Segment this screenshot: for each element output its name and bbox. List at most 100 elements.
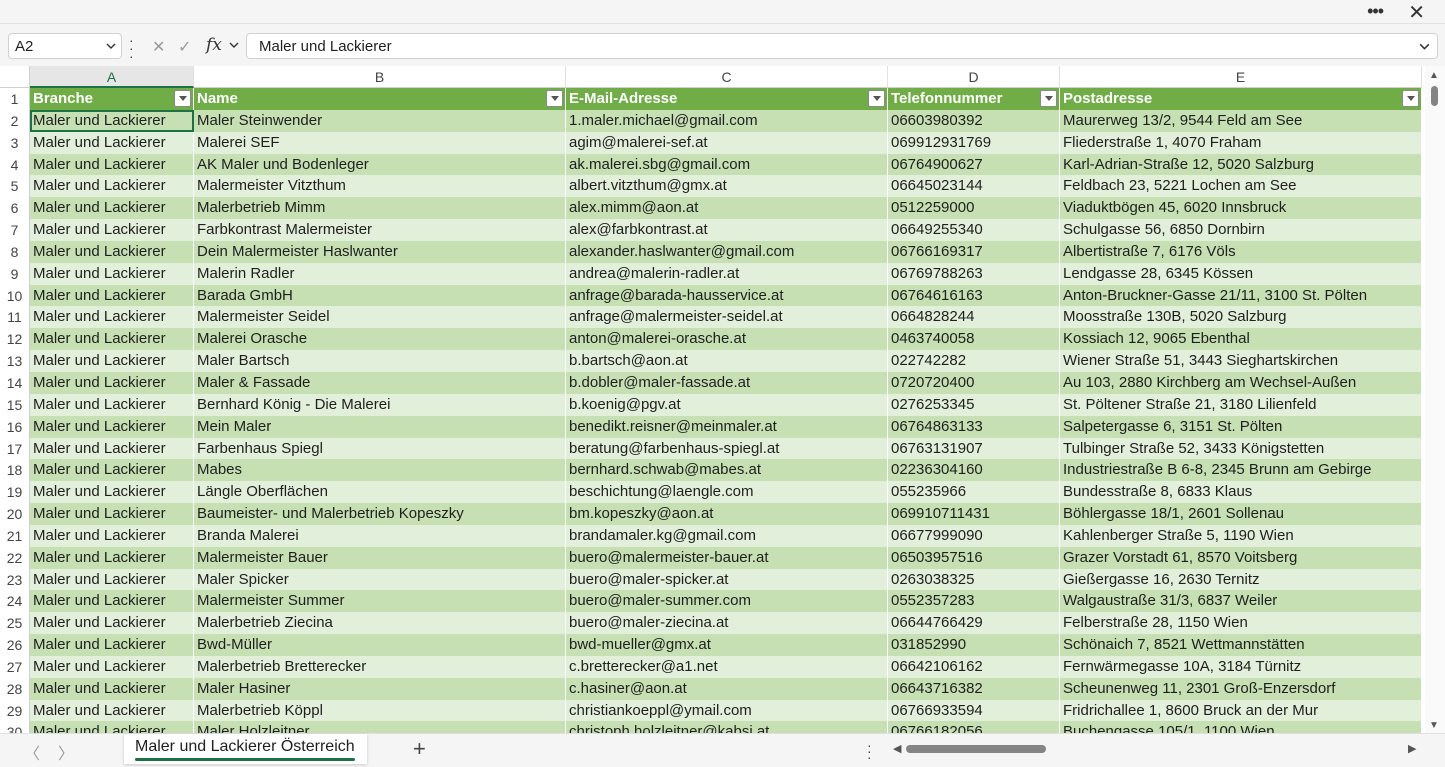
cell-email[interactable]: bm.kopeszky@aon.at [566,503,888,525]
cell-telefon[interactable]: 06769788263 [888,262,1060,285]
cell-name[interactable]: Baumeister- und Malerbetrieb Kopeszky [194,503,566,525]
cell-postadresse[interactable]: Feldbach 23, 5221 Lochen am See [1060,175,1422,198]
cell-postadresse[interactable]: Moosstraße 130B, 5020 Salzburg [1060,306,1422,329]
cell-branche[interactable]: Maler und Lackierer [30,262,194,285]
cell-name[interactable]: Malerin Radler [194,262,566,285]
cell-name[interactable]: Malerbetrieb Mimm [194,197,566,220]
cell-email[interactable]: buero@malermeister-bauer.at [566,546,888,569]
cell-email[interactable]: c.bretterecker@a1.net [566,655,888,678]
cell-name[interactable]: Farbkontrast Malermeister [194,219,566,241]
row-number[interactable]: 27 [0,655,30,678]
column-header-e[interactable]: E [1060,66,1422,88]
column-header-a[interactable]: A [30,66,194,88]
chevron-down-icon[interactable] [228,39,240,51]
cell-email[interactable]: anfrage@malermeister-seidel.at [566,306,888,329]
cell-postadresse[interactable]: Maurerweg 13/2, 9544 Feld am See [1060,109,1422,132]
cell-postadresse[interactable]: Anton-Bruckner-Gasse 21/11, 3100 St. Pöl… [1060,284,1422,307]
row-number[interactable]: 26 [0,634,30,656]
cell-branche[interactable]: Maler und Lackierer [30,219,194,241]
cell-name[interactable]: Malermeister Bauer [194,546,566,569]
cell-email[interactable]: albert.vitzthum@gmx.at [566,175,888,198]
cell-postadresse[interactable]: Kossiach 12, 9065 Ebenthal [1060,328,1422,351]
header-cell-email[interactable]: E-Mail-Adresse [566,88,888,110]
cell-branche[interactable]: Maler und Lackierer [30,415,194,438]
cell-telefon[interactable]: 06763131907 [888,437,1060,460]
cell-telefon[interactable]: 022742282 [888,350,1060,372]
cell-name[interactable]: Mein Maler [194,415,566,438]
cell-email[interactable]: brandamaler.kg@gmail.com [566,524,888,547]
cell-branche[interactable]: Maler und Lackierer [30,197,194,220]
spreadsheet-grid[interactable]: A B C D E 1 Branche Name E-Mail-Adresse Tel… [0,66,1445,733]
row-number[interactable]: 13 [0,350,30,372]
cell-email[interactable]: buero@maler-summer.com [566,590,888,613]
row-number[interactable]: 1 [0,88,30,110]
row-number[interactable]: 2 [0,109,30,132]
cell-postadresse[interactable]: Fliederstraße 1, 4070 Fraham [1060,131,1422,154]
cell-email[interactable]: c.hasiner@aon.at [566,677,888,700]
cell-email[interactable]: ak.malerei.sbg@gmail.com [566,153,888,176]
cell-postadresse[interactable]: Schulgasse 56, 6850 Dornbirn [1060,219,1422,241]
cell-telefon[interactable]: 0720720400 [888,371,1060,394]
cell-name[interactable]: Maler Holzleitner [194,721,566,733]
cell-email[interactable]: agim@malerei-sef.at [566,131,888,154]
cell-telefon[interactable]: 069910711431 [888,503,1060,525]
cell-branche[interactable]: Maler und Lackierer [30,699,194,722]
cell-postadresse[interactable]: Felberstraße 28, 1150 Wien [1060,612,1422,635]
cell-branche[interactable]: Maler und Lackierer [30,328,194,351]
cell-postadresse[interactable]: Kahlenberger Straße 5, 1190 Wien [1060,524,1422,547]
cell-name[interactable]: Maler Hasiner [194,677,566,700]
horizontal-scroll-thumb[interactable] [906,745,1046,753]
cell-telefon[interactable]: 06764863133 [888,415,1060,438]
cell-branche[interactable]: Maler und Lackierer [30,350,194,372]
cell-telefon[interactable]: 06764616163 [888,284,1060,307]
cell-postadresse[interactable]: Schönaich 7, 8521 Wettmannstätten [1060,634,1422,656]
cell-name[interactable]: Maler Bartsch [194,350,566,372]
cell-name[interactable]: Maler & Fassade [194,371,566,394]
header-cell-postadresse[interactable]: Postadresse [1060,88,1422,110]
cell-postadresse[interactable]: Lendgasse 28, 6345 Kössen [1060,262,1422,285]
cell-branche[interactable]: Maler und Lackierer [30,371,194,394]
cell-postadresse[interactable]: St. Pöltener Straße 21, 3180 Lilienfeld [1060,393,1422,416]
row-number[interactable]: 11 [0,306,30,329]
cell-name[interactable]: Malerei Orasche [194,328,566,351]
fx-icon[interactable]: fx [206,35,222,55]
cell-name[interactable]: Dein Malermeister Haslwanter [194,240,566,263]
cell-telefon[interactable]: 06603980392 [888,109,1060,132]
cell-email[interactable]: b.bartsch@aon.at [566,350,888,372]
cell-postadresse[interactable]: Bundesstraße 8, 6833 Klaus [1060,481,1422,504]
cell-telefon[interactable]: 06642106162 [888,655,1060,678]
cell-email[interactable]: beratung@farbenhaus-spiegl.at [566,437,888,460]
row-number[interactable]: 10 [0,284,30,307]
cell-postadresse[interactable]: Karl-Adrian-Straße 12, 5020 Salzburg [1060,153,1422,176]
cell-branche[interactable]: Maler und Lackierer [30,109,194,132]
cell-email[interactable]: alex.mimm@aon.at [566,197,888,220]
cell-name[interactable]: Farbenhaus Spiegl [194,437,566,460]
cell-branche[interactable]: Maler und Lackierer [30,655,194,678]
plus-icon[interactable]: + [413,736,426,762]
header-cell-branche[interactable]: Branche [30,88,194,110]
cell-telefon[interactable]: 031852990 [888,634,1060,656]
cell-branche[interactable]: Maler und Lackierer [30,437,194,460]
cell-telefon[interactable]: 0664828244 [888,306,1060,329]
row-number[interactable]: 15 [0,393,30,416]
cell-name[interactable]: Bernhard König - Die Malerei [194,393,566,416]
row-number[interactable]: 14 [0,371,30,394]
row-number[interactable]: 22 [0,546,30,569]
cancel-icon[interactable]: ✕ [152,37,165,57]
cell-email[interactable]: bernhard.schwab@mabes.at [566,459,888,482]
cell-name[interactable]: Malermeister Summer [194,590,566,613]
cell-email[interactable]: buero@maler-ziecina.at [566,612,888,635]
column-header-b[interactable]: B [194,66,566,88]
cell-branche[interactable]: Maler und Lackierer [30,546,194,569]
cell-postadresse[interactable]: Böhlergasse 18/1, 2601 Sollenau [1060,503,1422,525]
row-number[interactable]: 9 [0,262,30,285]
header-cell-name[interactable]: Name [194,88,566,110]
cell-telefon[interactable]: 069912931769 [888,131,1060,154]
cell-name[interactable]: Barada GmbH [194,284,566,307]
cell-telefon[interactable]: 02236304160 [888,459,1060,482]
cell-email[interactable]: b.dobler@maler-fassade.at [566,371,888,394]
cell-name[interactable]: Bwd-Müller [194,634,566,656]
cell-email[interactable]: anfrage@barada-hausservice.at [566,284,888,307]
header-cell-telefon[interactable]: Telefonnummer [888,88,1060,110]
check-icon[interactable]: ✓ [178,37,191,57]
